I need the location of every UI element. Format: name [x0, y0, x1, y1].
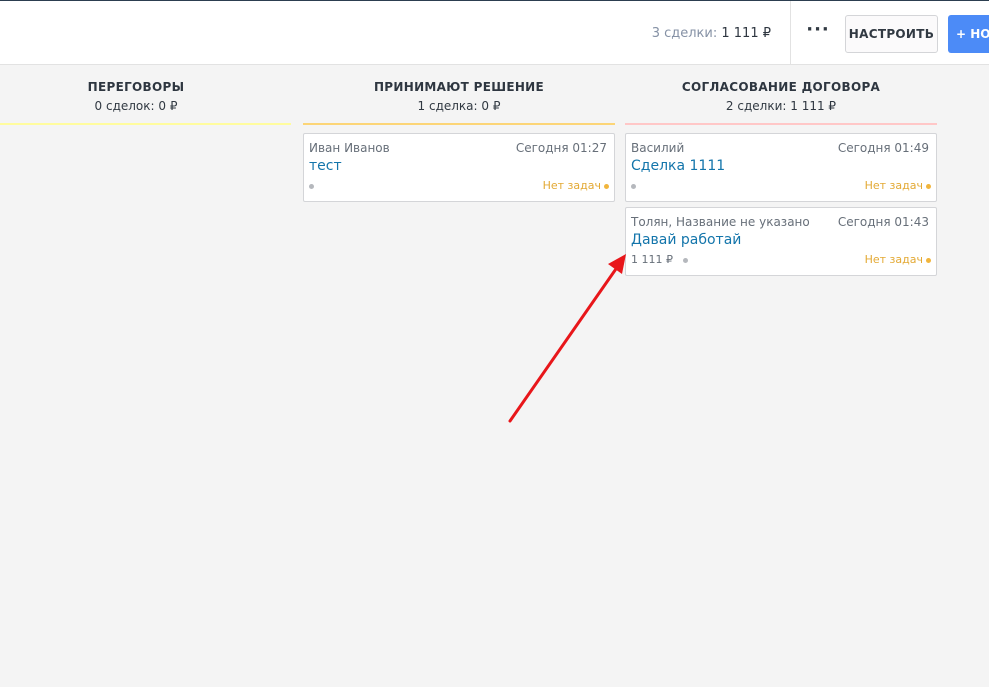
- arrow-head: [608, 254, 626, 274]
- annotation-arrow: [508, 254, 626, 423]
- arrow-shaft: [508, 264, 620, 423]
